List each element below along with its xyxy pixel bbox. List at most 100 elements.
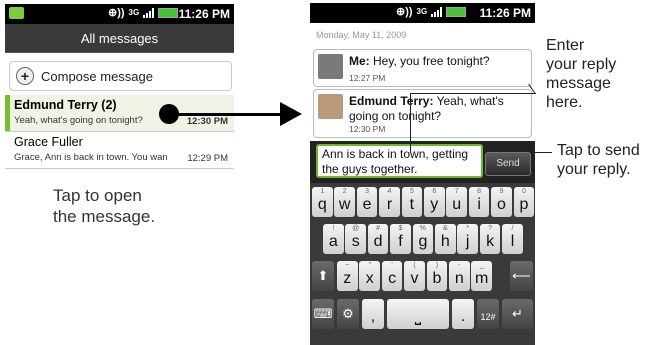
- key-alt-label: 7: [454, 188, 459, 195]
- key-w[interactable]: 2w: [334, 187, 355, 217]
- key-alt-label: 5: [409, 188, 414, 195]
- settings-gear-icon[interactable]: ⚙: [337, 299, 359, 329]
- key-b[interactable]: ) b: [426, 261, 448, 291]
- key-t[interactable]: 5t: [401, 187, 423, 217]
- enter-key-icon[interactable]: ↵: [502, 299, 533, 329]
- thread-name: Edmund Terry (2): [14, 98, 117, 112]
- key-alt-label: 3: [365, 188, 370, 195]
- key-label: b: [432, 270, 442, 287]
- key-alt-label: %: [419, 225, 426, 232]
- key-v[interactable]: (v: [404, 261, 425, 291]
- key-alt-label: !: [332, 225, 335, 232]
- 3g-icon: 3G: [128, 8, 140, 17]
- avatar: [318, 54, 343, 79]
- key-label: ⚙: [342, 306, 354, 321]
- message-bubble[interactable]: Edmund Terry: Yeah, what's going on toni…: [313, 89, 532, 138]
- key-g[interactable]: % g: [412, 224, 434, 254]
- key-label: r: [386, 196, 393, 213]
- key-label: v: [410, 270, 419, 287]
- key-alt-label: /: [511, 225, 514, 232]
- message-sender: Edmund Terry:: [349, 94, 434, 108]
- message-input[interactable]: Ann is back in town, getting the guys to…: [316, 144, 483, 178]
- key-label: c: [388, 270, 397, 287]
- key-p[interactable]: 0p: [513, 187, 535, 217]
- message-bubble[interactable]: Me: Hey, you free tonight? 12:27 PM: [313, 49, 532, 87]
- key-label: f: [398, 233, 403, 250]
- callout-line: your reply.: [557, 161, 631, 178]
- status-icons: ⊕)) 3G: [396, 5, 467, 18]
- key-e[interactable]: 3e: [356, 187, 378, 217]
- key-f[interactable]: $ f: [390, 224, 411, 254]
- callout-line: Enter: [546, 37, 585, 54]
- signal-bars-icon: [143, 7, 155, 18]
- key-j[interactable]: * j: [457, 224, 478, 254]
- key-x[interactable]: " x: [359, 261, 380, 291]
- key-m[interactable]: _ m: [471, 261, 492, 291]
- open-message-hint: Tap to open the message.: [53, 185, 155, 227]
- key-z[interactable]: ~ z: [337, 261, 358, 291]
- key-n[interactable]: -n: [449, 261, 470, 291]
- keyboard-switch-icon[interactable]: ⌨: [312, 299, 334, 329]
- message-text: Me: Hey, you free tonight?: [349, 54, 527, 69]
- key-alt-label: 4: [387, 188, 392, 195]
- key-alt-label: ": [368, 262, 371, 269]
- key-y[interactable]: 6y: [424, 187, 445, 217]
- key-alt-label: &: [442, 225, 448, 232]
- 3g-icon: 3G: [416, 7, 428, 16]
- backspace-key-icon[interactable]: ⟵: [510, 261, 533, 291]
- key-label: y: [430, 196, 439, 213]
- key-label: u: [452, 196, 462, 213]
- avatar: [318, 94, 343, 119]
- callout-line: here.: [546, 94, 583, 111]
- thread-time: 12:30 PM: [186, 116, 228, 127]
- key-i[interactable]: 8i: [468, 187, 490, 217]
- callout-line: Tap to send: [557, 142, 640, 159]
- key-label: i: [477, 196, 481, 213]
- key-label: .: [460, 308, 466, 325]
- key-alt-label: ?: [488, 225, 493, 232]
- inbox-screen: ⊕)) 3G 11:26 PM All messages + Compose m…: [5, 4, 234, 300]
- key-label: n: [454, 270, 464, 287]
- key-alt-label: #: [376, 225, 381, 232]
- key-a[interactable]: ! a: [323, 224, 344, 254]
- symbols-key[interactable]: 12#: [477, 299, 499, 329]
- arrow-line: [171, 113, 281, 116]
- key-alt-label: 1: [320, 188, 325, 195]
- key-label: 12#: [480, 312, 496, 322]
- key-c[interactable]: ' c: [381, 261, 403, 291]
- key-label: h: [440, 233, 450, 250]
- page-title: All messages: [80, 31, 159, 46]
- key-label: e: [362, 196, 372, 213]
- key-label: ⌨: [313, 306, 333, 321]
- key-h[interactable]: & h: [435, 224, 456, 254]
- arrow-head: [280, 102, 302, 126]
- new-message-notification-icon: [9, 7, 24, 19]
- key-u[interactable]: 7u: [446, 187, 467, 217]
- key-s[interactable]: @ s: [345, 224, 366, 254]
- thread-row[interactable]: Grace Fuller Grace, Ann is back in town.…: [5, 132, 234, 169]
- send-reply-callout: Tap to send your reply.: [557, 141, 640, 179]
- key-q[interactable]: 1q: [312, 187, 333, 217]
- key-alt-label: 2: [342, 188, 347, 195]
- key-l[interactable]: / l: [502, 224, 523, 254]
- space-key[interactable]: ⎵: [387, 299, 449, 329]
- key-comma[interactable]: ,: [362, 299, 384, 329]
- key-r[interactable]: 4r: [379, 187, 400, 217]
- key-alt-label: ): [435, 262, 439, 269]
- message-text: Edmund Terry: Yeah, what's going on toni…: [349, 94, 527, 124]
- key-label: g: [418, 233, 428, 250]
- key-d[interactable]: # d: [367, 224, 389, 254]
- signal-bars-icon: [431, 6, 443, 17]
- shift-key-icon[interactable]: ⬆: [312, 261, 334, 291]
- key-o[interactable]: 9o: [491, 187, 512, 217]
- key-period[interactable]: .: [452, 299, 474, 329]
- send-button[interactable]: Send: [485, 152, 531, 176]
- callout-leader-line: [410, 93, 411, 153]
- compose-message-button[interactable]: + Compose message: [9, 61, 232, 91]
- callout-leader-line: [410, 93, 536, 94]
- conversation-view: Monday, May 11, 2009 Me: Hey, you free t…: [310, 23, 535, 141]
- key-label: q: [317, 196, 327, 213]
- key-k[interactable]: ? k: [479, 224, 501, 254]
- key-label: ⬆: [317, 268, 329, 283]
- key-alt-label: -: [458, 262, 461, 269]
